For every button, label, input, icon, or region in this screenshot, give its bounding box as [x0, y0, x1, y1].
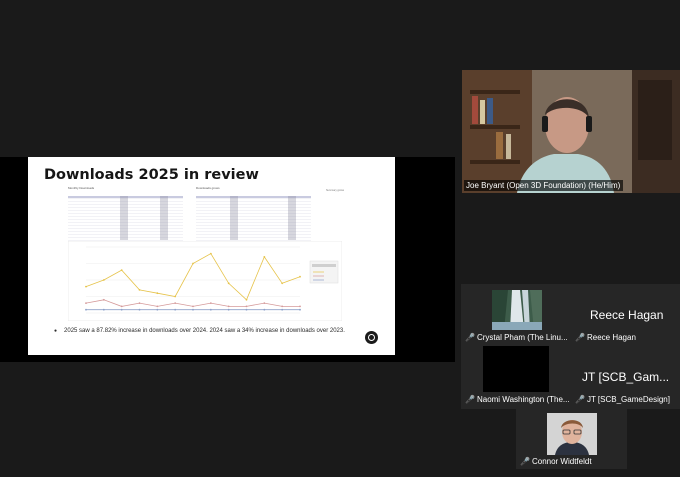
chart-point — [174, 302, 177, 304]
participant-name-tag: 🎤 Naomi Washington (The... — [465, 395, 570, 404]
chart-point — [281, 305, 284, 308]
shared-screen[interactable]: Downloads 2025 in review Monthly Downloa… — [0, 157, 455, 362]
speaker-name-tag: Joe Bryant (Open 3D Foundation) (He/Him) — [464, 180, 624, 191]
chart-point — [102, 298, 105, 301]
chart-legend — [309, 260, 339, 284]
bullet-text: 2025 saw a 87.82% increase in downloads … — [64, 328, 345, 334]
chart-point — [85, 308, 87, 311]
chart-point — [85, 302, 87, 304]
participant-name: Naomi Washington (The... — [476, 395, 570, 404]
chart-point — [156, 305, 159, 308]
chart-point — [138, 302, 141, 304]
chart-point — [209, 252, 212, 255]
summary-notes: Summary grows — [326, 189, 348, 192]
downloads-table-2: Downloads grows — [196, 186, 311, 244]
participant-name-tag: 🎤 Connor Widtfeldt — [520, 457, 592, 466]
chart-point — [263, 256, 266, 258]
speaker-video — [462, 70, 680, 193]
participant-display-name: Reece Hagan — [590, 308, 664, 322]
chart-point — [192, 308, 194, 311]
participant-name-tag: 🎤 Crystal Pham (The Linu... — [465, 333, 568, 342]
chart-point — [245, 308, 248, 311]
chart-point — [209, 308, 212, 311]
crystal-avatar — [492, 290, 542, 330]
chart-point — [192, 305, 194, 308]
naomi-video-off — [483, 346, 549, 392]
table-caption: Downloads grows — [196, 186, 220, 190]
mic-muted-icon: 🎤 — [520, 457, 530, 466]
video-tile-reece[interactable]: Reece Hagan 🎤 Reece Hagan — [571, 284, 680, 346]
participant-name-tag: 🎤 JT [SCB_GameDesign] — [575, 395, 670, 404]
mic-muted-icon: 🎤 — [465, 333, 475, 342]
chart-point — [245, 305, 248, 308]
chart-point — [138, 289, 141, 291]
chart-point — [281, 308, 284, 311]
chart-point — [156, 308, 159, 311]
chart-point — [209, 302, 212, 304]
mic-muted-icon: 🎤 — [575, 395, 585, 404]
chart-point — [192, 262, 194, 265]
chart-point — [299, 308, 301, 311]
chart-point — [299, 305, 301, 308]
participant-grid: 🎤 Crystal Pham (The Linu... Reece Hagan 🎤… — [461, 284, 680, 409]
summary-caption: Summary grows — [326, 189, 345, 192]
chart-point — [227, 308, 230, 311]
slide-title: Downloads 2025 in review — [44, 167, 259, 183]
participant-name-tag: 🎤 Reece Hagan — [575, 333, 636, 342]
chart-point — [120, 308, 123, 311]
chart-point — [174, 308, 177, 311]
presentation-slide: Downloads 2025 in review Monthly Downloa… — [28, 157, 395, 355]
participant-name: Connor Widtfeldt — [531, 457, 592, 466]
participant-name: Reece Hagan — [586, 333, 636, 342]
chart-point — [263, 302, 266, 304]
participant-name: JT [SCB_GameDesign] — [586, 395, 670, 404]
chart-point — [120, 269, 123, 271]
chart-point — [120, 305, 123, 308]
chart-point — [102, 308, 105, 311]
video-tile-connor[interactable]: 🎤 Connor Widtfeldt — [516, 409, 627, 469]
chart-point — [174, 295, 177, 298]
chart-point — [156, 292, 159, 295]
chart-point — [263, 308, 266, 311]
chart-point — [85, 285, 87, 288]
annotation-control-icon[interactable] — [365, 331, 378, 344]
participant-display-name: JT [SCB_Gam... — [582, 370, 670, 384]
video-tile-speaker[interactable]: Joe Bryant (Open 3D Foundation) (He/Him) — [462, 70, 680, 193]
connor-avatar — [547, 413, 597, 455]
mic-muted-icon: 🎤 — [465, 395, 475, 404]
chart-point — [245, 298, 248, 301]
chart-point — [299, 275, 301, 278]
chart-point — [138, 308, 141, 311]
mic-muted-icon: 🎤 — [575, 333, 585, 342]
table-caption: Monthly Downloads — [68, 186, 95, 190]
chart-point — [227, 305, 230, 308]
chart-point — [281, 282, 284, 285]
video-tile-jt[interactable]: JT [SCB_Gam... 🎤 JT [SCB_GameDesign] — [571, 346, 680, 409]
chart-point — [102, 279, 105, 281]
chart-point — [227, 282, 230, 285]
downloads-line-chart — [68, 241, 342, 321]
video-tile-crystal[interactable]: 🎤 Crystal Pham (The Linu... — [461, 284, 571, 346]
downloads-table-1: Monthly Downloads — [68, 186, 183, 244]
participant-name: Crystal Pham (The Linu... — [476, 333, 568, 342]
video-tile-naomi[interactable]: 🎤 Naomi Washington (The... — [461, 346, 571, 409]
summary-bullet: ● 2025 saw a 87.82% increase in downloads… — [54, 328, 345, 334]
speaker-name: Joe Bryant (Open 3D Foundation) (He/Him) — [466, 181, 621, 190]
